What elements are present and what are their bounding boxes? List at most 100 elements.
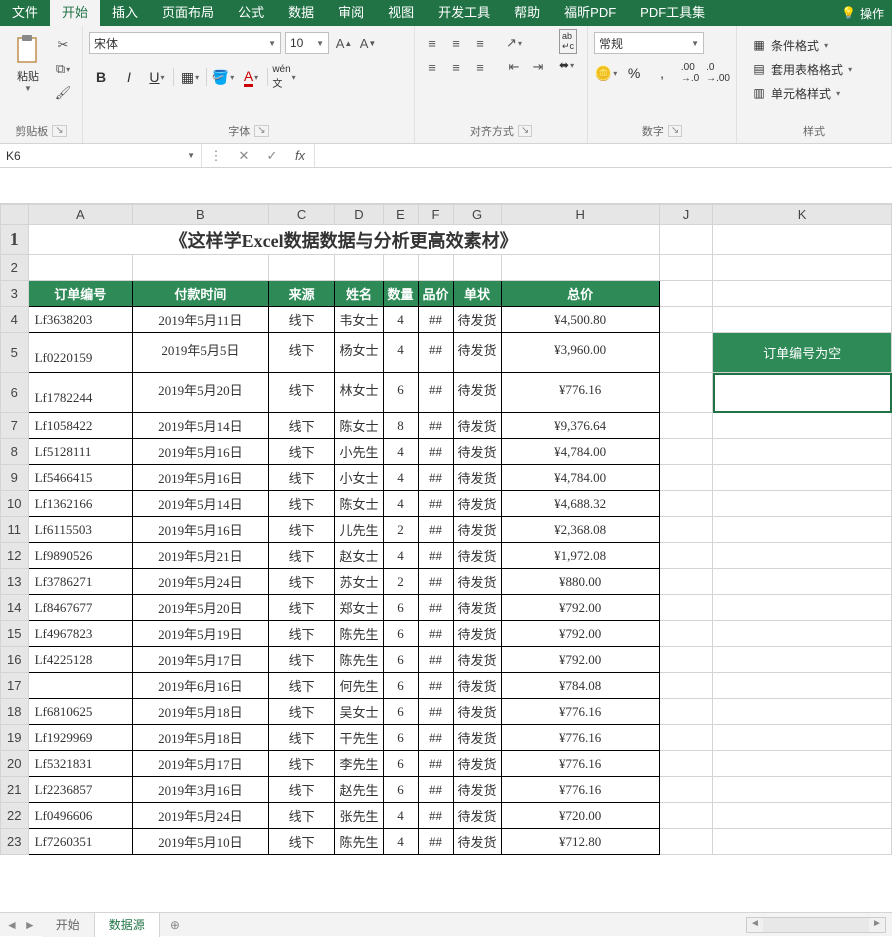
- cell-C20[interactable]: 线下: [268, 751, 335, 777]
- cell-H21[interactable]: ¥776.16: [501, 777, 659, 803]
- cell-G6[interactable]: 待发货: [453, 373, 501, 413]
- cell-J12[interactable]: [659, 543, 713, 569]
- row-header-6[interactable]: 6: [1, 373, 29, 413]
- table-header-5[interactable]: 品价: [418, 281, 453, 307]
- align-center-button[interactable]: ≡: [445, 56, 467, 78]
- ribbon-tab-0[interactable]: 文件: [0, 0, 50, 26]
- name-box[interactable]: K6▼: [0, 144, 202, 167]
- cell-C6[interactable]: 线下: [268, 373, 335, 413]
- cell-F15[interactable]: ##: [418, 621, 453, 647]
- row-header-19[interactable]: 19: [1, 725, 29, 751]
- cell-J23[interactable]: [659, 829, 713, 855]
- cell-B10[interactable]: 2019年5月14日: [132, 491, 268, 517]
- insert-function-button[interactable]: fx: [286, 148, 314, 163]
- cell-C15[interactable]: 线下: [268, 621, 335, 647]
- add-sheet-button[interactable]: ⊕: [160, 918, 190, 932]
- cell-G19[interactable]: 待发货: [453, 725, 501, 751]
- cell-H17[interactable]: ¥784.08: [501, 673, 659, 699]
- cell-B22[interactable]: 2019年5月24日: [132, 803, 268, 829]
- cell-F9[interactable]: ##: [418, 465, 453, 491]
- col-header-J[interactable]: J: [659, 205, 713, 225]
- cell-C22[interactable]: 线下: [268, 803, 335, 829]
- align-bottom-button[interactable]: ≡: [469, 32, 491, 54]
- cell-C21[interactable]: 线下: [268, 777, 335, 803]
- cell-E10[interactable]: 4: [383, 491, 418, 517]
- col-header-A[interactable]: A: [28, 205, 132, 225]
- phonetic-button[interactable]: wén文▾: [272, 66, 296, 88]
- cell-K21[interactable]: [713, 777, 892, 803]
- cell-K22[interactable]: [713, 803, 892, 829]
- cell-K19[interactable]: [713, 725, 892, 751]
- decrease-indent-button[interactable]: ⇤: [503, 56, 525, 78]
- cell-F11[interactable]: ##: [418, 517, 453, 543]
- underline-button[interactable]: U▾: [145, 66, 169, 88]
- cell-D23[interactable]: 陈先生: [335, 829, 383, 855]
- merge-button[interactable]: ⬌▾: [555, 54, 581, 76]
- cell-G21[interactable]: 待发货: [453, 777, 501, 803]
- formula-input[interactable]: [315, 144, 892, 167]
- cell-D18[interactable]: 吴女士: [335, 699, 383, 725]
- cell-G14[interactable]: 待发货: [453, 595, 501, 621]
- cell-B8[interactable]: 2019年5月16日: [132, 439, 268, 465]
- cell-C13[interactable]: 线下: [268, 569, 335, 595]
- ribbon-tab-11[interactable]: PDF工具集: [628, 0, 717, 26]
- table-header-4[interactable]: 数量: [383, 281, 418, 307]
- orientation-button[interactable]: ↗▾: [503, 32, 525, 54]
- cell-H16[interactable]: ¥792.00: [501, 647, 659, 673]
- cell-E9[interactable]: 4: [383, 465, 418, 491]
- row-header-15[interactable]: 15: [1, 621, 29, 647]
- expand-icon[interactable]: ↘: [668, 125, 682, 137]
- cell-H8[interactable]: ¥4,784.00: [501, 439, 659, 465]
- cell-C18[interactable]: 线下: [268, 699, 335, 725]
- row-header-14[interactable]: 14: [1, 595, 29, 621]
- paste-button[interactable]: 粘贴 ▼: [6, 30, 50, 93]
- cell-K12[interactable]: [713, 543, 892, 569]
- cell-F7[interactable]: ##: [418, 413, 453, 439]
- cell-E22[interactable]: 4: [383, 803, 418, 829]
- col-header-C[interactable]: C: [268, 205, 335, 225]
- cell-A12[interactable]: Lf9890526: [28, 543, 132, 569]
- ribbon-tab-3[interactable]: 页面布局: [150, 0, 226, 26]
- cell-H13[interactable]: ¥880.00: [501, 569, 659, 595]
- cell-D22[interactable]: 张先生: [335, 803, 383, 829]
- cell-E21[interactable]: 6: [383, 777, 418, 803]
- cell-H20[interactable]: ¥776.16: [501, 751, 659, 777]
- cell-F13[interactable]: ##: [418, 569, 453, 595]
- cell-D4[interactable]: 韦女士: [335, 307, 383, 333]
- cell-B19[interactable]: 2019年5月18日: [132, 725, 268, 751]
- cell-D5[interactable]: 杨女士: [335, 333, 383, 373]
- cell-H11[interactable]: ¥2,368.08: [501, 517, 659, 543]
- cell-J10[interactable]: [659, 491, 713, 517]
- ribbon-tab-7[interactable]: 视图: [376, 0, 426, 26]
- cell-A14[interactable]: Lf8467677: [28, 595, 132, 621]
- row-header-9[interactable]: 9: [1, 465, 29, 491]
- currency-button[interactable]: 🪙▾: [594, 62, 618, 84]
- cell-C17[interactable]: 线下: [268, 673, 335, 699]
- cell-K15[interactable]: [713, 621, 892, 647]
- cell-F12[interactable]: ##: [418, 543, 453, 569]
- cell-H5[interactable]: ¥3,960.00: [501, 333, 659, 373]
- cell-D20[interactable]: 李先生: [335, 751, 383, 777]
- cell-D16[interactable]: 陈先生: [335, 647, 383, 673]
- cell-A11[interactable]: Lf6115503: [28, 517, 132, 543]
- cell-C7[interactable]: 线下: [268, 413, 335, 439]
- cell-J19[interactable]: [659, 725, 713, 751]
- table-header-2[interactable]: 来源: [268, 281, 335, 307]
- cell-C9[interactable]: 线下: [268, 465, 335, 491]
- expand-icon[interactable]: ↘: [518, 125, 532, 137]
- cell-G15[interactable]: 待发货: [453, 621, 501, 647]
- cell-G20[interactable]: 待发货: [453, 751, 501, 777]
- cell-K16[interactable]: [713, 647, 892, 673]
- cell-A17[interactable]: [28, 673, 132, 699]
- cell-B14[interactable]: 2019年5月20日: [132, 595, 268, 621]
- row-header-23[interactable]: 23: [1, 829, 29, 855]
- cell-J6[interactable]: [659, 373, 713, 413]
- cell-B12[interactable]: 2019年5月21日: [132, 543, 268, 569]
- cell-F10[interactable]: ##: [418, 491, 453, 517]
- cell-A15[interactable]: Lf4967823: [28, 621, 132, 647]
- comma-button[interactable]: ,: [650, 62, 674, 84]
- row-header-4[interactable]: 4: [1, 307, 29, 333]
- cell-B18[interactable]: 2019年5月18日: [132, 699, 268, 725]
- cell-B7[interactable]: 2019年5月14日: [132, 413, 268, 439]
- sheet-tab-开始[interactable]: 开始: [42, 913, 95, 937]
